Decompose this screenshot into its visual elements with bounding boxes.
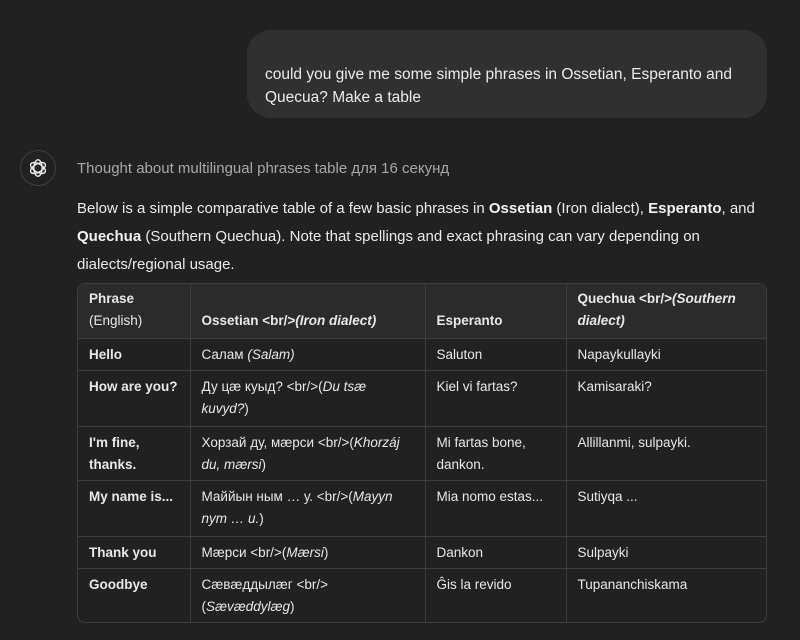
intro-text-4: (Southern Quechua). Note that spellings … <box>77 228 700 273</box>
cell-phrase: Goodbye <box>78 568 191 622</box>
cell-esperanto: Kiel vi fartas? <box>425 370 567 427</box>
table-row: Hello Салам (Salam) Saluton Napaykullayk… <box>78 338 766 371</box>
cell-ossetian-translit: Mærsi <box>286 544 324 560</box>
header-quechua-main: Quechua <br/> <box>577 290 673 306</box>
intro-text-1: Below is a simple comparative table of a… <box>77 200 489 217</box>
cell-phrase: How are you? <box>78 370 191 427</box>
cell-esperanto: Dankon <box>425 536 567 569</box>
phrases-table: Phrase (English) Ossetian <br/>(Iron dia… <box>77 283 767 623</box>
cell-ossetian-text: Хорзай ду, мæрси <br/>( <box>201 434 354 450</box>
cell-phrase: Thank you <box>78 536 191 569</box>
cell-ossetian-translit: (Salam) <box>247 346 295 362</box>
header-phrase-main: Phrase <box>89 290 135 306</box>
cell-quechua: Napaykullayki <box>566 338 766 371</box>
header-ossetian-italic: (Iron dialect) <box>295 312 377 328</box>
cell-quechua: Kamisaraki? <box>566 370 766 427</box>
cell-ossetian-text: Ду цæ куыд? <br/>( <box>201 378 323 394</box>
cell-quechua: Allillanmi, sulpayki. <box>566 426 766 481</box>
table-row: My name is... Маййын ным … у. <br/>(Mayy… <box>78 480 766 537</box>
cell-quechua: Sulpayki <box>566 536 766 569</box>
header-quechua: Quechua <br/>(Southern dialect) <box>566 284 766 339</box>
cell-ossetian: Салам (Salam) <box>190 338 426 371</box>
header-esperanto-main: Esperanto <box>436 312 503 328</box>
cell-ossetian-end: ) <box>290 598 295 614</box>
header-phrase-sub: (English) <box>89 312 143 328</box>
cell-esperanto: Mi fartas bone, dankon. <box>425 426 567 481</box>
cell-phrase: I'm fine, thanks. <box>78 426 191 481</box>
cell-phrase: Hello <box>78 338 191 371</box>
cell-ossetian: Ду цæ куыд? <br/>(Du tsæ kuvyd?) <box>190 370 426 427</box>
intro-text-3: , and <box>721 200 755 217</box>
phrases-table-grid: Phrase (English) Ossetian <br/>(Iron dia… <box>78 284 766 622</box>
cell-quechua: Tupananchiskama <box>577 576 688 592</box>
intro-esperanto: Esperanto <box>648 200 722 217</box>
header-ossetian-main: Ossetian <br/> <box>201 312 296 328</box>
table-row: Goodbye Сæвæддылæг <br/> (Sævæddylæg) Ĝi… <box>78 568 766 622</box>
cell-ossetian-text: Салам <box>201 346 248 362</box>
chat-page: could you give me some simple phrases in… <box>0 0 800 640</box>
intro-ossetian: Ossetian <box>488 200 553 217</box>
cell-ossetian-end: ) <box>261 456 267 472</box>
intro-quechua: Quechua <box>77 228 142 245</box>
cell-ossetian-end: ) <box>244 400 249 416</box>
cell-ossetian-text: Маййын ным … у. <br/>( <box>201 488 353 504</box>
intro-paragraph: Below is a simple comparative table of a… <box>77 195 777 279</box>
cell-quechua: Sutiyqa ... <box>566 480 766 537</box>
cell-esperanto: Ĝis la revido <box>425 568 567 622</box>
openai-logo-icon <box>29 159 47 177</box>
cell-phrase: My name is... <box>78 480 191 537</box>
table-row: I'm fine, thanks. Хорзай ду, мæрси <br/>… <box>78 426 766 481</box>
cell-ossetian: Мæрси <br/>(Mærsi) <box>190 536 426 569</box>
cell-ossetian: Сæвæддылæг <br/> (Sævæddylæg) <box>190 568 426 622</box>
cell-ossetian-translit: Sævæddylæg <box>206 598 291 614</box>
cell-esperanto: Saluton <box>425 338 567 371</box>
cell-esperanto: Mia nomo estas... <box>425 480 567 537</box>
thought-label: Thought about multilingual phrases table… <box>77 160 450 177</box>
cell-ossetian: Хорзай ду, мæрси <br/>(Khorzáj du, mærsi… <box>190 426 426 481</box>
assistant-avatar <box>20 150 56 186</box>
thought-summary[interactable]: Thought about multilingual phrases table… <box>77 160 449 177</box>
table-row: Thank you Мæрси <br/>(Mærsi) Dankon Sulp… <box>78 536 766 569</box>
cell-ossetian-end: ) <box>259 510 264 526</box>
table-row: How are you? Ду цæ куыд? <br/>(Du tsæ ku… <box>78 370 766 427</box>
header-phrase: Phrase (English) <box>78 284 191 339</box>
cell-ossetian: Маййын ным … у. <br/>(Mayyn nym … u.) <box>190 480 426 537</box>
cell-ossetian-end: ) <box>323 544 329 560</box>
intro-text-2: (Iron dialect), <box>552 200 649 217</box>
user-message-bubble: could you give me some simple phrases in… <box>247 30 767 118</box>
cell-ossetian-text: Мæрси <br/>( <box>201 544 287 560</box>
header-esperanto: Esperanto <box>425 284 567 339</box>
user-message-text: could you give me some simple phrases in… <box>265 66 732 106</box>
header-ossetian: Ossetian <br/>(Iron dialect) <box>190 284 426 339</box>
table-header-row: Phrase (English) Ossetian <br/>(Iron dia… <box>78 284 766 339</box>
